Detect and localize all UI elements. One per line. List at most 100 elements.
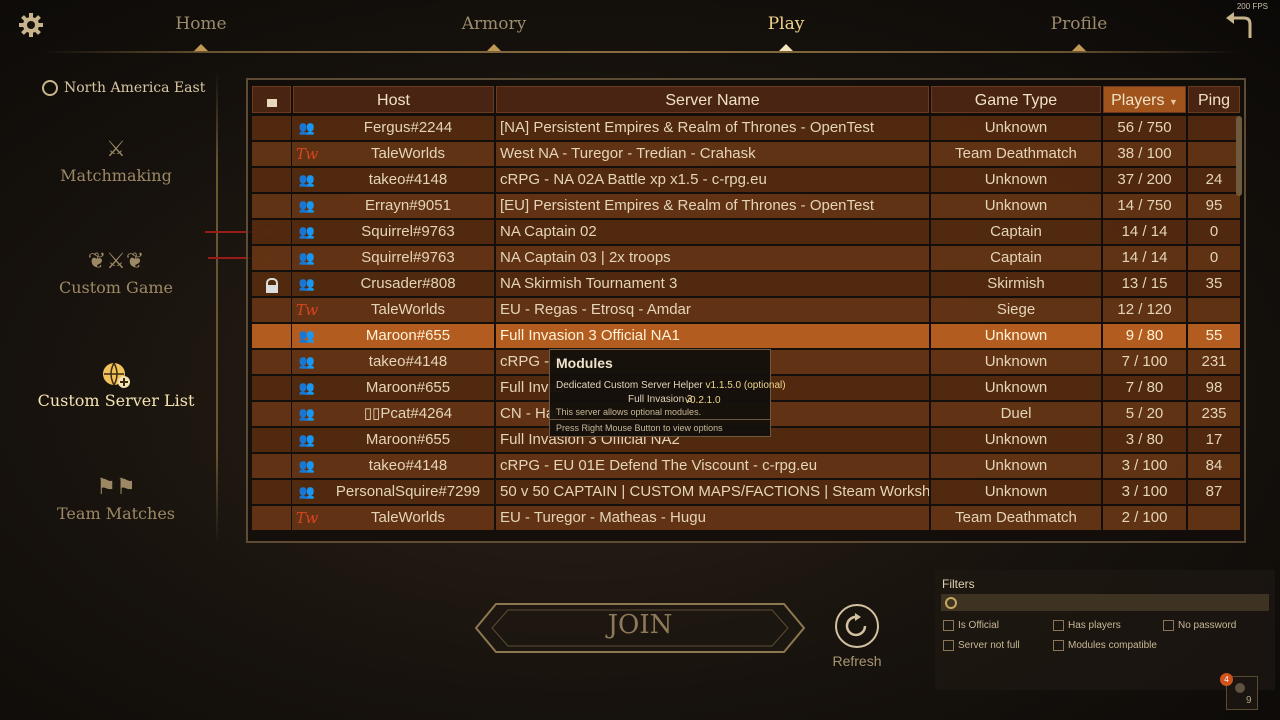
tab-play[interactable]: Play	[706, 14, 866, 52]
host-cell: Squirrel#9763	[361, 249, 455, 266]
filter-is-official[interactable]: Is Official	[943, 620, 999, 631]
taleworlds-icon: Tw	[295, 509, 319, 527]
table-row[interactable]: Tw TaleWorlds EU - Regas - Etrosq - Amdar S…	[252, 298, 1240, 322]
lock-cell	[252, 246, 291, 270]
host-cell: takeo#4148	[368, 353, 448, 370]
host-cell: Crusader#808	[360, 275, 456, 292]
players-cell: 56 / 750	[1117, 119, 1172, 136]
sidebar-item-matchmaking[interactable]: ⚔ Matchmaking	[20, 132, 212, 185]
ping-cell: 35	[1205, 275, 1223, 292]
players-cell: 14 / 750	[1117, 197, 1172, 214]
table-row[interactable]: 👥 takeo#4148 cRPG - NA 02A Battle xp x1.5 …	[252, 168, 1240, 192]
game-type-cell: Unknown	[984, 431, 1048, 448]
filter-server-not-full[interactable]: Server not full	[943, 640, 1020, 651]
players-cell: 3 / 100	[1121, 483, 1168, 500]
sidebar-item-custom-game[interactable]: ❦⚔❦ Custom Game	[20, 244, 212, 297]
ping-cell	[1188, 116, 1240, 140]
search-icon	[945, 597, 957, 609]
filter-label: Has players	[1068, 620, 1121, 632]
game-type-cell: Unknown	[984, 457, 1048, 474]
host-cell: TaleWorlds	[371, 145, 445, 162]
host-cell: Maroon#655	[365, 431, 451, 448]
table-row[interactable]: 👥 Squirrel#9763 NA Captain 02 Captain 14 / 1…	[252, 220, 1240, 244]
game-type-cell: Unknown	[984, 197, 1048, 214]
table-row[interactable]: Tw TaleWorlds West NA - Turegor - Tredian …	[252, 142, 1240, 166]
group-icon: 👥	[298, 406, 316, 421]
filter-label: Server not full	[958, 640, 1020, 652]
host-cell: TaleWorlds	[371, 509, 445, 526]
table-row[interactable]: 👥 Squirrel#9763 NA Captain 03 | 2x troops C…	[252, 246, 1240, 270]
column-header-server-name[interactable]: Server Name	[496, 86, 929, 113]
person-icon	[1235, 683, 1245, 693]
table-row[interactable]: Tw TaleWorlds EU - Turegor - Matheas - Hug…	[252, 506, 1240, 530]
host-cell: takeo#4148	[368, 171, 448, 188]
friends-count: 9	[1246, 695, 1252, 706]
filter-modules-compatible[interactable]: Modules compatible	[1053, 640, 1157, 651]
game-type-cell: Team Deathmatch	[955, 145, 1077, 162]
column-header-players[interactable]: Players ▼	[1103, 86, 1186, 113]
filter-has-players[interactable]: Has players	[1053, 620, 1121, 631]
players-cell: 37 / 200	[1117, 171, 1172, 188]
table-row[interactable]: 👥 Crusader#808 NA Skirmish Tournament 3 Ski…	[252, 272, 1240, 296]
tooltip-divider	[550, 419, 770, 420]
column-header-ping[interactable]: Ping	[1188, 86, 1240, 113]
column-header-host[interactable]: Host	[293, 86, 494, 113]
notification-badge: 4	[1220, 673, 1233, 686]
lock-cell	[252, 116, 291, 140]
laurel-swords-icon: ❦⚔❦	[87, 248, 145, 273]
column-header-lock[interactable]	[252, 86, 291, 113]
checkbox	[943, 640, 954, 651]
sidebar-item-custom-server-list[interactable]: Custom Server List	[20, 357, 212, 410]
settings-gear-icon[interactable]	[18, 12, 44, 38]
back-arrow-icon[interactable]	[1224, 12, 1256, 40]
tab-armory[interactable]: Armory	[414, 14, 574, 52]
table-row[interactable]: 👥 Maroon#655 Full Invasion 3 Official NA1 U…	[252, 324, 1240, 348]
sort-down-icon: ▼	[1168, 97, 1178, 107]
group-icon: 👥	[298, 198, 316, 213]
lock-cell	[252, 298, 291, 322]
server-name-cell: 50 v 50 CAPTAIN | CUSTOM MAPS/FACTIONS |…	[500, 483, 929, 500]
ping-cell: 17	[1205, 431, 1223, 448]
game-type-cell: Skirmish	[987, 275, 1045, 292]
players-header-label: Players	[1111, 92, 1165, 109]
sidebar-item-team-matches[interactable]: ⚑⚑ Team Matches	[20, 470, 212, 523]
tab-profile[interactable]: Profile	[999, 14, 1159, 52]
game-type-cell: Unknown	[984, 483, 1048, 500]
filter-search-input[interactable]	[941, 594, 1269, 611]
table-row[interactable]: 👥 PersonalSquire#7299 50 v 50 CAPTAIN | CU…	[252, 480, 1240, 504]
game-type-cell: Unknown	[984, 119, 1048, 136]
host-cell: takeo#4148	[368, 457, 448, 474]
join-button[interactable]: JOIN	[474, 602, 806, 654]
host-cell: Fergus#2244	[363, 119, 453, 136]
module-version: v0.2.1.0	[685, 395, 721, 406]
scrollbar[interactable]	[1236, 116, 1242, 196]
tab-home[interactable]: Home	[121, 14, 281, 52]
ping-cell: 235	[1201, 405, 1227, 422]
group-icon: 👥	[298, 380, 316, 395]
group-icon: 👥	[298, 432, 316, 447]
tooltip-hint: Press Right Mouse Button to view options	[556, 423, 723, 433]
table-row[interactable]: 👥 Fergus#2244 [NA] Persistent Empires & Re…	[252, 116, 1240, 140]
table-row[interactable]: 👥 takeo#4148 cRPG - EU 01E Defend The Visc…	[252, 454, 1240, 478]
column-header-game-type[interactable]: Game Type	[931, 86, 1101, 113]
region-selector[interactable]: North America East	[42, 80, 205, 96]
host-cell: Errayn#9051	[365, 197, 451, 214]
module-name: Dedicated Custom Server Helper	[556, 380, 703, 391]
refresh-button[interactable]: Refresh	[826, 604, 888, 674]
players-cell: 7 / 100	[1121, 353, 1168, 370]
lock-cell	[252, 220, 291, 244]
game-type-cell: Unknown	[984, 171, 1048, 188]
group-icon: 👥	[298, 354, 316, 369]
tooltip-note: This server allows optional modules.	[556, 407, 702, 417]
lock-cell	[252, 506, 291, 530]
filter-no-password[interactable]: No password	[1163, 620, 1236, 631]
players-cell: 3 / 100	[1121, 457, 1168, 474]
table-row[interactable]: 👥 Errayn#9051 [EU] Persistent Empires & Re…	[252, 194, 1240, 218]
game-type-cell: Captain	[990, 223, 1042, 240]
lock-cell	[252, 194, 291, 218]
lock-cell	[252, 454, 291, 478]
server-name-cell: NA Captain 03 | 2x troops	[500, 249, 671, 266]
server-name-cell: EU - Turegor - Matheas - Hugu	[500, 509, 706, 526]
game-type-cell: Captain	[990, 249, 1042, 266]
server-list-table: Host Server Name Game Type Players ▼ Pin…	[246, 78, 1246, 543]
